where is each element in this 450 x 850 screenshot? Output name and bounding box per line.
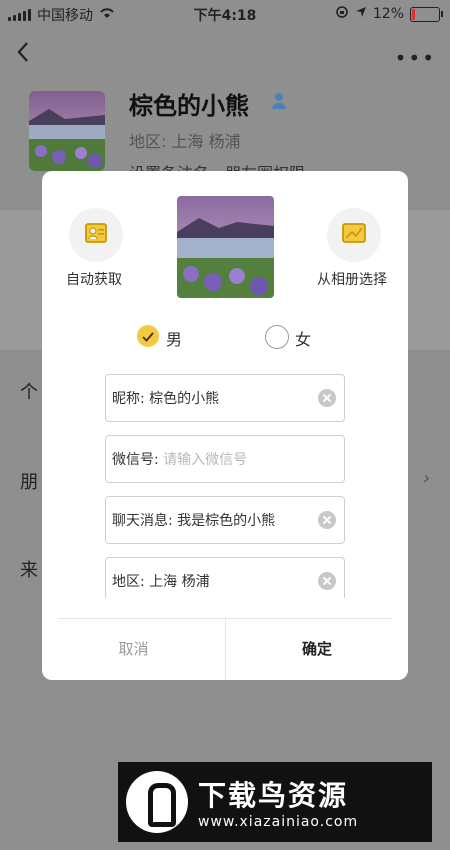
back-icon[interactable] xyxy=(14,40,32,64)
wechat-id-label: 微信号: xyxy=(112,452,159,468)
auto-fetch-label[interactable]: 自动获取 xyxy=(66,269,122,289)
location-icon xyxy=(355,6,367,22)
clear-icon[interactable] xyxy=(318,389,336,407)
status-bar: 中国移动 下午4:18 12% xyxy=(0,0,450,28)
clear-icon[interactable] xyxy=(318,511,336,529)
check-icon xyxy=(142,327,154,346)
battery-percent: 12% xyxy=(372,6,404,22)
gender-female-label[interactable]: 女 xyxy=(295,326,311,350)
profile-photo-preview[interactable] xyxy=(177,196,274,298)
wechat-id-placeholder: 请输入微信号 xyxy=(163,452,248,468)
more-icon[interactable]: ••• xyxy=(395,46,436,70)
cancel-button[interactable]: 取消 xyxy=(42,619,225,680)
picture-icon xyxy=(341,220,367,250)
confirm-button[interactable]: 确定 xyxy=(226,619,408,680)
wechat-id-field[interactable]: 微信号: 请输入微信号 xyxy=(105,435,345,483)
watermark: 下载鸟资源 www.xiazainiao.com xyxy=(118,762,432,842)
person-icon xyxy=(270,92,288,110)
clear-icon[interactable] xyxy=(318,572,336,590)
bird-logo-icon xyxy=(126,771,188,833)
id-card-icon xyxy=(83,220,109,250)
region-value: 地区: 上海 杨浦 xyxy=(112,574,210,590)
nav-bar: ••• xyxy=(0,30,450,76)
gender-male-label[interactable]: 男 xyxy=(166,326,182,350)
avatar[interactable] xyxy=(29,91,105,171)
nickname-field[interactable]: 昵称: 棕色的小熊 xyxy=(105,374,345,422)
watermark-url: www.xiazainiao.com xyxy=(198,814,359,830)
chevron-right-icon: › xyxy=(422,468,430,489)
album-select-button[interactable] xyxy=(327,208,381,262)
album-select-label[interactable]: 从相册选择 xyxy=(317,269,387,289)
edit-contact-modal: 自动获取 从相册选择 男 女 昵称: 棕色的小熊 微信号: 请输入微信号 聊天消… xyxy=(42,171,408,680)
gender-male-radio[interactable] xyxy=(137,325,159,347)
nickname-value: 昵称: 棕色的小熊 xyxy=(112,391,220,407)
lock-rotation-icon xyxy=(335,5,349,23)
auto-fetch-button[interactable] xyxy=(69,208,123,262)
chat-message-field[interactable]: 聊天消息: 我是棕色的小熊 xyxy=(105,496,345,544)
battery-icon xyxy=(410,6,443,22)
watermark-title: 下载鸟资源 xyxy=(198,779,349,812)
profile-name: 棕色的小熊 xyxy=(129,92,249,120)
profile-region: 地区: 上海 杨浦 xyxy=(129,132,241,151)
gender-female-radio[interactable] xyxy=(265,325,289,349)
chat-message-value: 聊天消息: 我是棕色的小熊 xyxy=(112,513,276,529)
region-field[interactable]: 地区: 上海 杨浦 xyxy=(105,557,345,598)
